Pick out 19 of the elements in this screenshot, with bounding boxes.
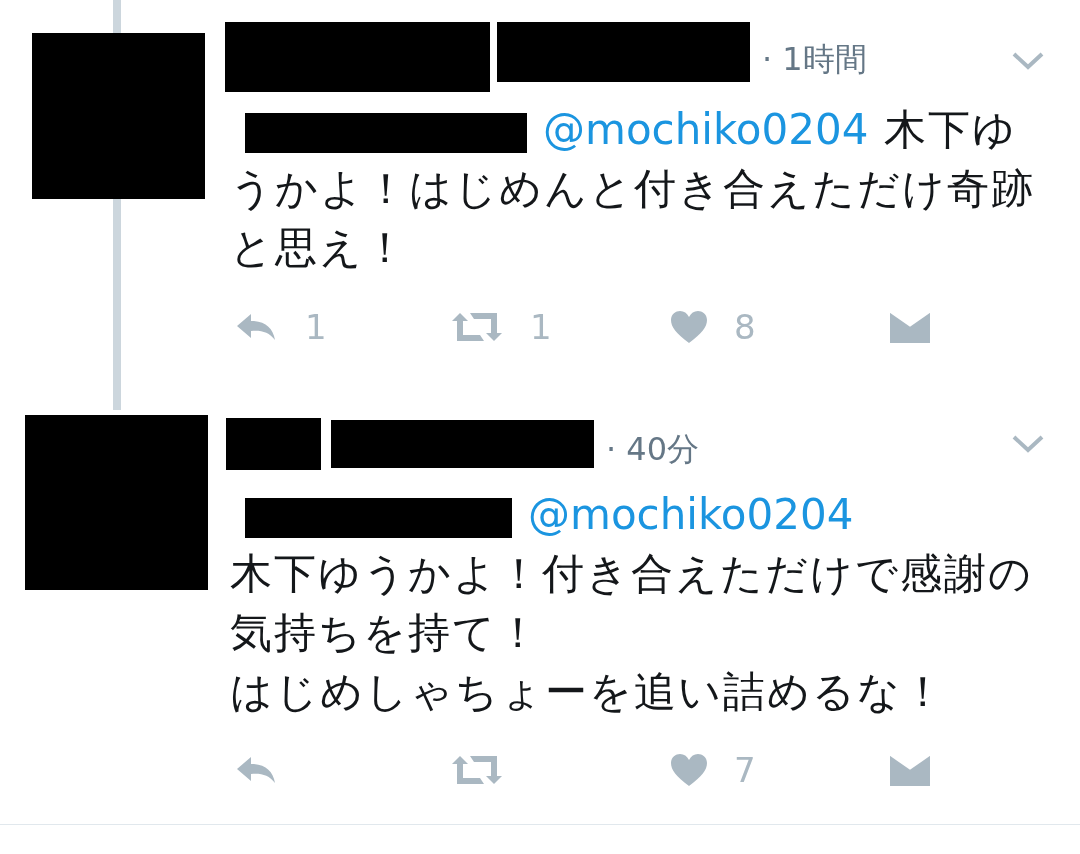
mention-link[interactable]: @mochiko0204: [528, 490, 854, 539]
tweet-time: · 1時間: [762, 39, 867, 80]
heart-icon[interactable]: [670, 753, 708, 787]
retweet-icon[interactable]: [450, 754, 504, 786]
chevron-down-icon[interactable]: [1012, 52, 1044, 70]
tweet-text: 木下ゆうかよ！付き合えただけで感謝の気持ちを持て！: [230, 548, 1034, 659]
message-icon[interactable]: [888, 752, 932, 788]
retweet-icon[interactable]: [450, 311, 504, 343]
tweet-time: · 40分: [606, 429, 700, 470]
mention-link[interactable]: @mochiko0204: [543, 105, 869, 154]
action-count: 1: [305, 305, 327, 349]
action-count: 8: [734, 305, 756, 349]
tweet-text: @mochiko0204 木下ゆうかよ！はじめんと付き合えただけ奇跡と思え！: [230, 104, 1036, 274]
heart-icon[interactable]: [670, 310, 708, 344]
action-count: 7: [734, 748, 756, 792]
message-icon[interactable]: [888, 309, 932, 345]
chevron-down-icon[interactable]: [1012, 435, 1044, 453]
tweet-text: はじめしゃちょーを追い詰めるな！: [230, 666, 947, 718]
action-count: 1: [530, 305, 552, 349]
